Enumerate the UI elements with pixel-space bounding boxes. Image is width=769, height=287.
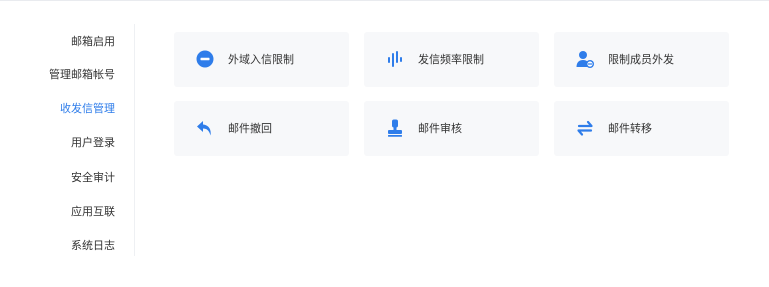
card-mail-recall[interactable]: 邮件撤回	[174, 101, 349, 156]
card-restrict-member-outbound[interactable]: 限制成员外发	[554, 32, 729, 87]
minus-circle-icon	[195, 49, 215, 69]
card-label: 发信频率限制	[418, 53, 484, 66]
sidebar-item-manage-accounts[interactable]: 管理邮箱帐号	[49, 65, 115, 85]
user-blocked-icon	[575, 49, 595, 69]
card-label: 邮件撤回	[228, 122, 272, 135]
card-label: 外域入信限制	[228, 53, 294, 66]
top-divider	[0, 0, 769, 1]
undo-arrow-icon	[195, 118, 215, 138]
sidebar-item-app-integration[interactable]: 应用互联	[71, 202, 115, 222]
card-mail-transfer[interactable]: 邮件转移	[554, 101, 729, 156]
sidebar-item-mailbox-enable[interactable]: 邮箱启用	[71, 32, 115, 52]
card-label: 邮件审核	[418, 122, 462, 135]
sidebar-item-security-audit[interactable]: 安全审计	[71, 168, 115, 188]
card-external-inbound-limit[interactable]: 外域入信限制	[174, 32, 349, 87]
card-label: 限制成员外发	[608, 53, 674, 66]
settings-sidebar: 邮箱启用 管理邮箱帐号 收发信管理 用户登录 安全审计 应用互联 系统日志	[0, 24, 135, 256]
sidebar-item-system-log[interactable]: 系统日志	[71, 236, 115, 256]
sidebar-item-send-receive[interactable]: 收发信管理	[60, 99, 115, 119]
card-mail-review[interactable]: 邮件审核	[364, 101, 539, 156]
transfer-arrows-icon	[575, 118, 595, 138]
stamp-icon	[385, 118, 405, 138]
frequency-bars-icon	[385, 49, 405, 69]
sidebar-item-user-login[interactable]: 用户登录	[71, 133, 115, 153]
card-label: 邮件转移	[608, 122, 652, 135]
card-send-frequency-limit[interactable]: 发信频率限制	[364, 32, 539, 87]
